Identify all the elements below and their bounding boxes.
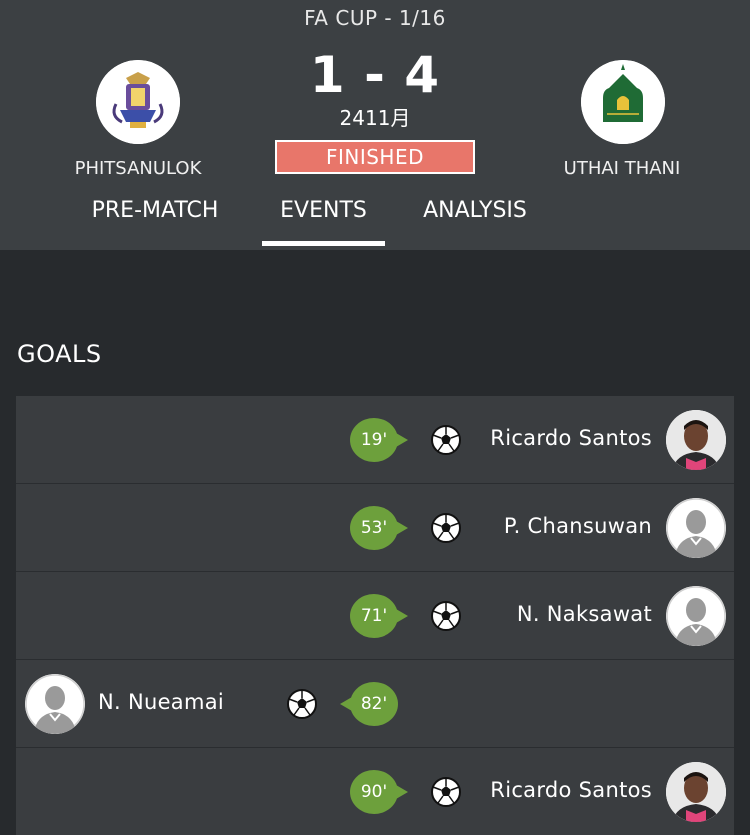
player-name: N. Naksawat (516, 602, 652, 626)
player-avatar-placeholder[interactable] (666, 586, 726, 646)
goals-list: 19' Ricardo Santos 53' P. Chansuwan 71' … (16, 396, 734, 835)
player-name: Ricardo Santos (490, 426, 652, 450)
goal-row[interactable]: N. Nueamai 82' (16, 660, 734, 748)
active-tab-indicator (262, 241, 385, 246)
goal-minute-badge: 82' (340, 682, 398, 726)
goal-row[interactable]: 19' Ricardo Santos (16, 396, 734, 484)
away-team-logo[interactable] (581, 60, 665, 144)
player-avatar[interactable] (666, 410, 726, 470)
soccer-ball-icon (430, 600, 462, 632)
goal-minute-badge: 71' (350, 594, 408, 638)
competition-title: FA CUP - 1/16 (304, 6, 446, 30)
home-team-name[interactable]: PHITSANULOK (38, 158, 238, 179)
goal-row[interactable]: 53' P. Chansuwan (16, 484, 734, 572)
soccer-ball-icon (430, 424, 462, 456)
tab-pre-match[interactable]: PRE-MATCH (70, 198, 240, 248)
player-avatar-placeholder[interactable] (666, 498, 726, 558)
tab-analysis[interactable]: ANALYSIS (405, 198, 545, 248)
soccer-ball-icon (430, 512, 462, 544)
player-name: Ricardo Santos (490, 778, 652, 802)
goal-minute-badge: 19' (350, 418, 408, 462)
soccer-ball-icon (430, 776, 462, 808)
goals-section-title: GOALS (17, 340, 102, 368)
goal-minute-badge: 53' (350, 506, 408, 550)
player-avatar[interactable] (666, 762, 726, 822)
goal-minute-badge: 90' (350, 770, 408, 814)
match-header: FA CUP - 1/16 PHITSANULOK 1 - 4 2411月 FI… (0, 0, 750, 250)
player-avatar-placeholder[interactable] (25, 674, 85, 734)
goal-row[interactable]: 90' Ricardo Santos (16, 748, 734, 835)
status-badge: FINISHED (275, 140, 475, 174)
player-name: P. Chansuwan (503, 514, 652, 538)
goal-row[interactable]: 71' N. Naksawat (16, 572, 734, 660)
away-team-name[interactable]: UTHAI THANI (522, 158, 722, 179)
soccer-ball-icon (286, 688, 318, 720)
player-name: N. Nueamai (98, 690, 225, 714)
